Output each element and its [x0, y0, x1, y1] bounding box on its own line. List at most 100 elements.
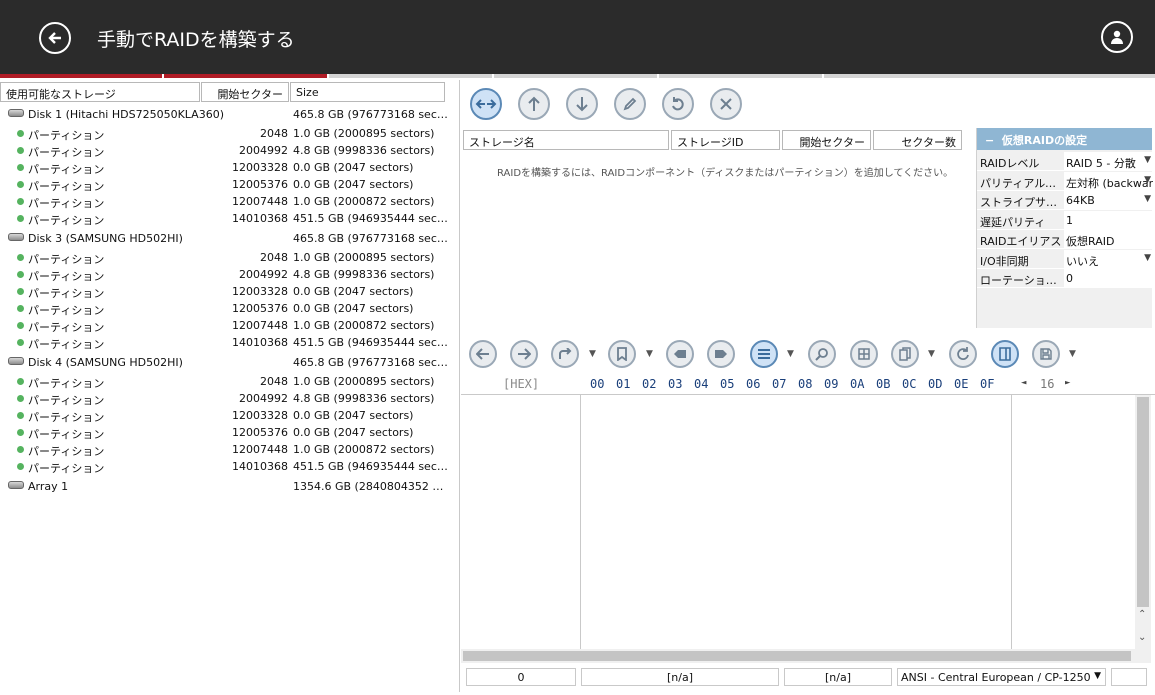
move-up-button[interactable] [518, 88, 550, 120]
partition-row[interactable]: パーティション 2004992 4.8 GB (9998336 sectors) [0, 142, 460, 159]
width-decrease-icon[interactable]: ◄ [1021, 378, 1026, 388]
remove-button[interactable] [710, 88, 742, 120]
search-button[interactable] [808, 340, 836, 368]
panel-toggle-button[interactable] [991, 340, 1019, 368]
refresh-button[interactable] [949, 340, 977, 368]
partition-row[interactable]: パーティション 2004992 4.8 GB (9998336 sectors) [0, 266, 460, 283]
disk-row[interactable]: Disk 1 (Hitachi HDS725050KLA360) 465.8 GB… [0, 106, 460, 123]
raid-property-row[interactable]: RAIDエイリアス 仮想RAID [977, 230, 1153, 249]
partition-row[interactable]: パーティション 14010368 451.5 GB (946935444 secto… [0, 334, 460, 351]
hscroll-thumb[interactable] [463, 651, 1131, 661]
nav-back-button[interactable] [469, 340, 497, 368]
chevron-down-icon[interactable]: ▼ [1144, 155, 1151, 165]
hex-editor-area[interactable]: ⌃ ⌄ [461, 394, 1155, 664]
partition-row[interactable]: パーティション 12003328 0.0 GB (2047 sectors) [0, 159, 460, 176]
property-value[interactable]: 1 [1064, 210, 1153, 230]
chevron-down-icon[interactable]: ▼ [1144, 253, 1151, 263]
bookmark-dropdown-icon[interactable]: ▼ [646, 349, 653, 359]
encoding-select[interactable]: ANSI - Central European / CP-1250 ▼ [897, 668, 1106, 686]
copy-button[interactable] [891, 340, 919, 368]
chevron-down-icon[interactable]: ▼ [1094, 671, 1101, 681]
partition-row[interactable]: パーティション 12005376 0.0 GB (2047 sectors) [0, 176, 460, 193]
partition-row[interactable]: パーティション 14010368 451.5 GB (946935444 secto… [0, 210, 460, 227]
copy-dropdown-icon[interactable]: ▼ [928, 349, 935, 359]
raid-builder-panel: ストレージ名 ストレージID 開始セクター セクター数 RAIDを構築するには、… [461, 80, 1155, 692]
back-button[interactable] [39, 22, 71, 54]
nav-forward-button[interactable] [510, 340, 538, 368]
horizontal-scrollbar[interactable] [461, 649, 1151, 663]
start-sector: 12005376 [232, 426, 288, 439]
column-header-storage-id[interactable]: ストレージID [671, 130, 780, 150]
size-value: 1.0 GB (2000895 sectors) [293, 375, 435, 388]
property-value[interactable]: 左対称 (backward) [1064, 171, 1153, 191]
bookmark-icon [617, 347, 627, 361]
list-dropdown-icon[interactable]: ▼ [787, 349, 794, 359]
add-component-button[interactable] [470, 88, 502, 120]
partition-icon [17, 429, 24, 436]
raid-property-row[interactable]: パリティアルゴリズム左対称 (backward)▼ [977, 171, 1153, 191]
column-header-sector-count[interactable]: セクター数 [873, 130, 962, 150]
property-value[interactable]: いいえ [1064, 249, 1153, 269]
raid-property-row[interactable]: ローテーションサイズ0 [977, 269, 1153, 288]
undo-button[interactable] [662, 88, 694, 120]
partition-row[interactable]: パーティション 12003328 0.0 GB (2047 sectors) [0, 283, 460, 300]
property-label: 遅延パリティ [980, 215, 1046, 229]
partition-row[interactable]: パーティション 2004992 4.8 GB (9998336 sectors) [0, 390, 460, 407]
chevron-down-icon[interactable]: ▼ [1144, 175, 1151, 185]
width-increase-icon[interactable]: ► [1065, 378, 1070, 388]
partition-row[interactable]: パーティション 12007448 1.0 GB (2000872 sectors) [0, 193, 460, 210]
edit-button[interactable] [614, 88, 646, 120]
grid-button[interactable] [850, 340, 878, 368]
partition-row[interactable]: パーティション 12007448 1.0 GB (2000872 sectors) [0, 441, 460, 458]
vertical-scrollbar[interactable]: ⌃ ⌄ [1135, 395, 1151, 649]
partition-row[interactable]: パーティション 2048 1.0 GB (2000895 sectors) [0, 125, 460, 142]
nav-back-icon [476, 348, 489, 360]
column-header-raid-start[interactable]: 開始セクター [782, 130, 871, 150]
column-header-size[interactable]: Size [290, 82, 445, 102]
scrollbar-thumb[interactable] [1137, 397, 1149, 607]
scroll-up-icon[interactable]: ⌃ [1138, 609, 1146, 620]
bookmark-button[interactable] [608, 340, 636, 368]
partition-row[interactable]: パーティション 2048 1.0 GB (2000895 sectors) [0, 373, 460, 390]
jump-dropdown-icon[interactable]: ▼ [589, 349, 596, 359]
user-button[interactable] [1101, 21, 1133, 53]
partition-row[interactable]: パーティション 12007448 1.0 GB (2000872 sectors) [0, 317, 460, 334]
partition-row[interactable]: パーティション 12005376 0.0 GB (2047 sectors) [0, 300, 460, 317]
move-down-button[interactable] [566, 88, 598, 120]
partition-row[interactable]: パーティション 14010368 451.5 GB (946935444 secto… [0, 458, 460, 475]
chevron-down-icon[interactable]: ▼ [1144, 194, 1151, 204]
prev-bookmark-button[interactable] [666, 340, 694, 368]
raid-property-row[interactable]: RAIDレベル RAID 5 - 分散 ▼ [977, 152, 1153, 171]
scroll-down-icon[interactable]: ⌄ [1138, 632, 1146, 643]
start-sector: 2048 [260, 375, 288, 388]
column-header-start-sector[interactable]: 開始セクター [201, 82, 289, 102]
disk-row[interactable]: Disk 3 (SAMSUNG HD502HI) 465.8 GB (976773… [0, 230, 460, 247]
collapse-icon[interactable]: − [985, 134, 994, 147]
partition-row[interactable]: パーティション 2048 1.0 GB (2000895 sectors) [0, 249, 460, 266]
property-value[interactable]: 0 [1064, 269, 1153, 288]
size-value: 1.0 GB (2000872 sectors) [293, 319, 435, 332]
disk-row[interactable]: Disk 4 (SAMSUNG HD502HI) 465.8 GB (976773… [0, 354, 460, 371]
property-value[interactable]: 仮想RAID [1064, 230, 1153, 249]
save-dropdown-icon[interactable]: ▼ [1069, 349, 1076, 359]
column-header-storage-name[interactable]: ストレージ名 [463, 130, 669, 150]
raid-property-row[interactable]: ストライプサイズ 64KB ▼ [977, 191, 1153, 210]
next-bookmark-button[interactable] [707, 340, 735, 368]
partition-row[interactable]: パーティション 12005376 0.0 GB (2047 sectors) [0, 424, 460, 441]
size-value: 0.0 GB (2047 sectors) [293, 178, 414, 191]
encoding-value: ANSI - Central European / CP-1250 [901, 671, 1091, 684]
column-header-storage[interactable]: 使用可能なストレージ [0, 82, 200, 102]
jump-button[interactable] [551, 340, 579, 368]
panel-toggle-icon [999, 347, 1011, 361]
raid-property-row[interactable]: I/O非同期 いいえ ▼ [977, 249, 1153, 269]
save-button[interactable] [1032, 340, 1060, 368]
partition-row[interactable]: パーティション 12003328 0.0 GB (2047 sectors) [0, 407, 460, 424]
raid-property-row[interactable]: 遅延パリティ 1 [977, 210, 1153, 230]
property-value[interactable]: RAID 5 - 分散 [1064, 152, 1153, 171]
partition-name: パーティション [28, 394, 105, 407]
disk-row[interactable]: Array 1 1354.6 GB (2840804352 sectors) [0, 478, 460, 495]
list-button[interactable] [750, 340, 778, 368]
virtual-raid-header[interactable]: − 仮想RAIDの設定 [977, 128, 1152, 150]
hex-offset-label: 02 [642, 377, 657, 391]
property-value[interactable]: 64KB [1064, 191, 1153, 210]
